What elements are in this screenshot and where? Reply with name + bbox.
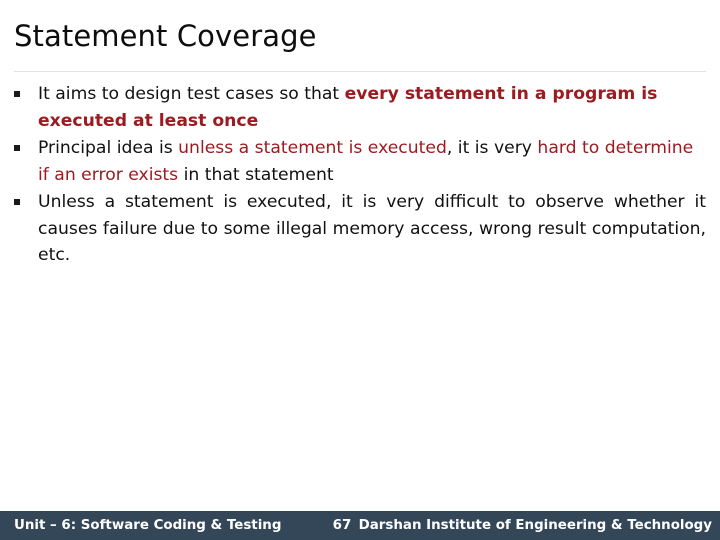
- bullet-2-segment-1: Principal idea is: [38, 138, 179, 158]
- list-item: Principal idea is unless a statement is …: [14, 135, 706, 188]
- page-title: Statement Coverage: [14, 19, 317, 53]
- title-divider: [14, 71, 706, 72]
- title-block: Statement Coverage: [14, 18, 706, 54]
- bullet-3-segment-1: Unless a statement is executed, it is ve…: [38, 192, 706, 265]
- square-bullet-icon: [14, 135, 38, 151]
- footer-inner: Unit – 6: Software Coding & Testing 67 D…: [0, 511, 720, 540]
- slide-canvas: Statement Coverage It aims to design tes…: [0, 0, 720, 540]
- square-bullet-icon: [14, 189, 38, 205]
- bullet-2-segment-2: unless a statement is executed: [178, 138, 447, 158]
- bullet-1-text: It aims to design test cases so that eve…: [38, 81, 706, 134]
- bullet-1-segment-1: It aims to design test cases so that: [38, 84, 345, 104]
- bullet-3-text: Unless a statement is executed, it is ve…: [38, 189, 706, 269]
- footer-institute-label: Darshan Institute of Engineering & Techn…: [358, 518, 712, 533]
- bullet-2-text: Principal idea is unless a statement is …: [38, 135, 706, 188]
- list-item: Unless a statement is executed, it is ve…: [14, 189, 706, 269]
- list-item: It aims to design test cases so that eve…: [14, 81, 706, 134]
- bullet-2-segment-5: in that statement: [178, 164, 334, 185]
- bullet-list: It aims to design test cases so that eve…: [14, 81, 706, 270]
- footer-page-number: 67: [332, 518, 352, 533]
- slide-footer: Unit – 6: Software Coding & Testing 67 D…: [0, 511, 720, 540]
- square-bullet-icon: [14, 81, 38, 97]
- bullet-2-segment-3: , it is very: [446, 138, 538, 158]
- footer-unit-label: Unit – 6: Software Coding & Testing: [14, 518, 282, 533]
